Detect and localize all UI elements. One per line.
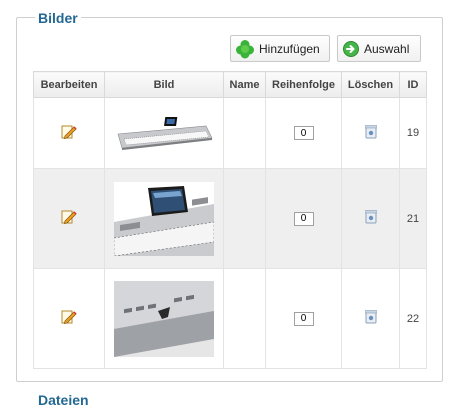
green-arrow-circle-icon — [342, 40, 360, 58]
add-button-label: Hinzufügen — [259, 41, 320, 56]
select-button[interactable]: Auswahl — [337, 35, 421, 62]
select-button-label: Auswahl — [364, 41, 410, 56]
header-delete[interactable]: Löschen — [341, 71, 400, 98]
header-id[interactable]: ID — [399, 71, 427, 98]
order-input[interactable] — [293, 311, 314, 326]
keyboard-photo-panel-closeup[interactable] — [114, 280, 214, 357]
trash-icon[interactable] — [364, 124, 377, 142]
trash-icon[interactable] — [364, 310, 377, 327]
keyboard-photo-display[interactable] — [114, 181, 214, 256]
header-name[interactable]: Name — [223, 71, 266, 98]
edit-pencil-icon[interactable] — [61, 310, 77, 328]
table-row: 22 — [33, 268, 427, 369]
header-image[interactable]: Bild — [104, 71, 224, 98]
section-title: Bilder — [35, 10, 81, 26]
table-row: 19 — [33, 97, 427, 169]
keyboard-photo-front[interactable] — [114, 112, 214, 154]
trash-icon[interactable] — [364, 210, 377, 227]
table-row: 21 — [33, 168, 427, 269]
edit-pencil-icon[interactable] — [61, 125, 77, 143]
row-id: 21 — [399, 168, 427, 269]
row-id: 19 — [399, 97, 427, 169]
images-table: Bearbeiten Bild Name Reihenfolge Löschen… — [33, 71, 427, 369]
order-input[interactable] — [293, 211, 314, 226]
row-name-cell — [223, 97, 266, 169]
row-name-cell — [223, 268, 266, 369]
green-plus-icon — [235, 39, 255, 59]
edit-pencil-icon[interactable] — [61, 210, 77, 228]
add-image-button[interactable]: Hinzufügen — [230, 35, 330, 62]
order-input[interactable] — [293, 126, 314, 140]
row-id: 22 — [399, 268, 427, 369]
header-order[interactable]: Reihenfolge — [265, 71, 342, 98]
table-header-row: Bearbeiten Bild Name Reihenfolge Löschen… — [33, 71, 427, 98]
next-section-title: Dateien — [35, 392, 92, 408]
row-name-cell — [223, 168, 266, 269]
header-edit[interactable]: Bearbeiten — [33, 71, 105, 98]
